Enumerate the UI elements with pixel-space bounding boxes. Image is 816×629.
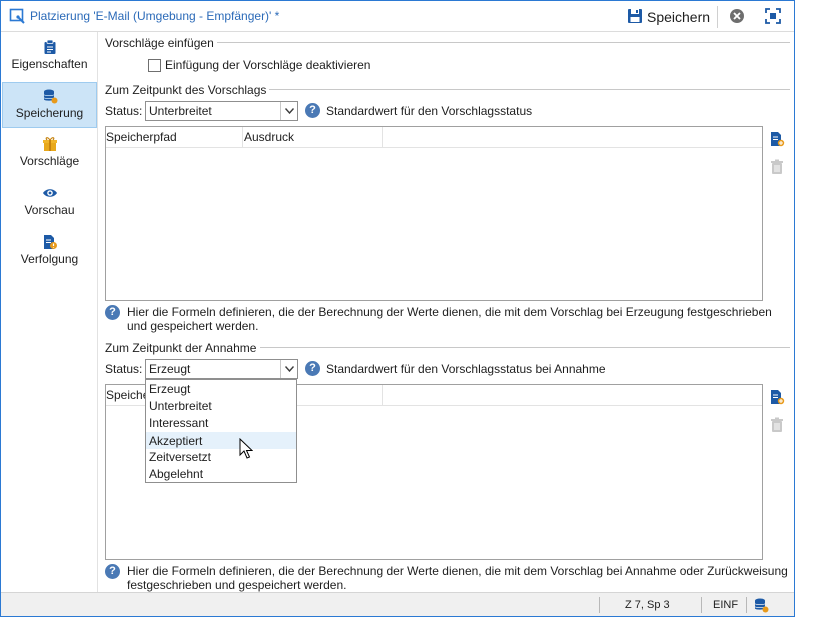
storage-panel: Vorschläge einfügen Einfügung der Vorsch… bbox=[98, 32, 794, 592]
sidebar-item-eigenschaften[interactable]: Eigenschaften bbox=[2, 34, 97, 80]
proposal-status-label: Status: bbox=[105, 104, 143, 118]
insert-group-title: Vorschläge einfügen bbox=[105, 36, 217, 50]
database-status-icon[interactable] bbox=[753, 597, 769, 616]
acceptance-group-title: Zum Zeitpunkt der Annahme bbox=[105, 341, 260, 355]
table-header: Speicherpfad Ausdruck bbox=[106, 127, 762, 148]
acceptance-status-hint: Standardwert für den Vorschlagsstatus be… bbox=[326, 362, 606, 376]
column-header-ausdruck[interactable]: Ausdruck bbox=[244, 130, 294, 144]
acceptance-status-label: Status: bbox=[105, 362, 143, 376]
sidebar-item-vorschau[interactable]: Vorschau bbox=[2, 180, 97, 226]
group-separator bbox=[260, 347, 790, 348]
insert-mode: EINF bbox=[713, 599, 739, 611]
group-separator bbox=[268, 89, 790, 90]
dropdown-option-akzeptiert[interactable]: Akzeptiert bbox=[146, 432, 296, 449]
disable-insertion-label: Einfügung der Vorschläge deaktivieren bbox=[165, 58, 371, 72]
title-bar: Platzierung 'E-Mail (Umgebung - Empfänge… bbox=[1, 1, 794, 32]
acceptance-info-text: Hier die Formeln definieren, die der Ber… bbox=[127, 564, 788, 592]
sidebar-item-speicherung[interactable]: Speicherung bbox=[2, 82, 97, 128]
status-bar: Z 7, Sp 3 EINF bbox=[1, 592, 794, 616]
proposal-status-value: Unterbreitet bbox=[149, 104, 212, 118]
clipboard-icon bbox=[44, 39, 55, 54]
close-icon[interactable] bbox=[729, 8, 745, 27]
dropdown-option-zeitversetzt[interactable]: Zeitversetzt bbox=[146, 449, 296, 466]
acceptance-info: ? Hier die Formeln definieren, die der B… bbox=[105, 564, 790, 592]
sidebar-item-label: Vorschau bbox=[24, 203, 75, 217]
column-separator bbox=[382, 385, 383, 406]
proposal-expression-table[interactable]: Speicherpfad Ausdruck bbox=[105, 126, 763, 301]
statusbar-separator bbox=[746, 597, 747, 613]
dropdown-option-abgelehnt[interactable]: Abgelehnt bbox=[146, 466, 296, 483]
floppy-disk-icon bbox=[627, 8, 643, 27]
column-header-speicherpfad[interactable]: Speiche bbox=[106, 388, 149, 402]
database-icon bbox=[43, 89, 57, 104]
gift-icon bbox=[42, 137, 57, 151]
window-title: Platzierung 'E-Mail (Umgebung - Empfänge… bbox=[30, 9, 280, 23]
sidebar-item-vorschlaege[interactable]: Vorschläge bbox=[2, 131, 97, 177]
disable-insertion-checkbox[interactable] bbox=[148, 58, 161, 72]
chevron-down-icon[interactable] bbox=[280, 360, 297, 378]
proposal-group-title: Zum Zeitpunkt des Vorschlags bbox=[105, 83, 270, 97]
help-icon: ? bbox=[105, 564, 120, 579]
dropdown-option-unterbreitet[interactable]: Unterbreitet bbox=[146, 398, 296, 415]
group-separator bbox=[208, 42, 790, 43]
sidebar-item-label: Verfolgung bbox=[20, 252, 79, 266]
sidebar-item-label: Speicherung bbox=[15, 106, 84, 120]
sidebar: Eigenschaften Speicherung Vorschläge Vor… bbox=[1, 32, 98, 592]
column-separator bbox=[242, 127, 243, 148]
maximize-icon[interactable] bbox=[765, 8, 781, 27]
dropdown-option-erzeugt[interactable]: Erzeugt bbox=[146, 381, 296, 398]
chevron-down-icon[interactable] bbox=[280, 102, 297, 120]
disable-insertion-row[interactable]: Einfügung der Vorschläge deaktivieren bbox=[148, 58, 370, 72]
trash-icon[interactable] bbox=[769, 159, 785, 175]
help-icon: ? bbox=[105, 305, 120, 320]
mouse-cursor-icon bbox=[239, 438, 253, 459]
acceptance-status-dropdown: Erzeugt Unterbreitet Interessant Akzepti… bbox=[145, 379, 297, 483]
save-button-label: Speichern bbox=[647, 9, 711, 25]
proposal-status-select[interactable]: Unterbreitet bbox=[145, 101, 298, 121]
placement-editor-window: Platzierung 'E-Mail (Umgebung - Empfänge… bbox=[0, 0, 795, 617]
proposal-info-text: Hier die Formeln definieren, die der Ber… bbox=[127, 305, 772, 333]
tracking-icon bbox=[43, 235, 57, 249]
help-icon: ? bbox=[305, 361, 320, 376]
proposal-info: ? Hier die Formeln definieren, die der B… bbox=[105, 305, 790, 335]
sidebar-item-label: Vorschläge bbox=[19, 154, 80, 168]
save-button[interactable]: Speichern bbox=[627, 6, 710, 28]
add-row-icon[interactable] bbox=[769, 389, 785, 405]
cursor-position: Z 7, Sp 3 bbox=[625, 599, 670, 611]
sidebar-item-verfolgung[interactable]: Verfolgung bbox=[2, 229, 97, 275]
help-icon: ? bbox=[305, 103, 320, 118]
add-row-icon[interactable] bbox=[769, 131, 785, 147]
sidebar-item-label: Eigenschaften bbox=[11, 57, 88, 71]
eye-icon bbox=[42, 189, 57, 197]
trash-icon[interactable] bbox=[769, 417, 785, 433]
placement-icon bbox=[9, 8, 25, 27]
dropdown-option-interessant[interactable]: Interessant bbox=[146, 415, 296, 432]
proposal-status-hint: Standardwert für den Vorschlagsstatus bbox=[326, 104, 533, 118]
statusbar-separator bbox=[701, 597, 702, 613]
acceptance-status-value: Erzeugt bbox=[149, 362, 191, 376]
acceptance-status-select[interactable]: Erzeugt bbox=[145, 359, 298, 379]
column-separator bbox=[382, 127, 383, 148]
toolbar-separator bbox=[717, 6, 718, 28]
column-header-speicherpfad[interactable]: Speicherpfad bbox=[106, 130, 177, 144]
statusbar-separator bbox=[599, 597, 600, 613]
